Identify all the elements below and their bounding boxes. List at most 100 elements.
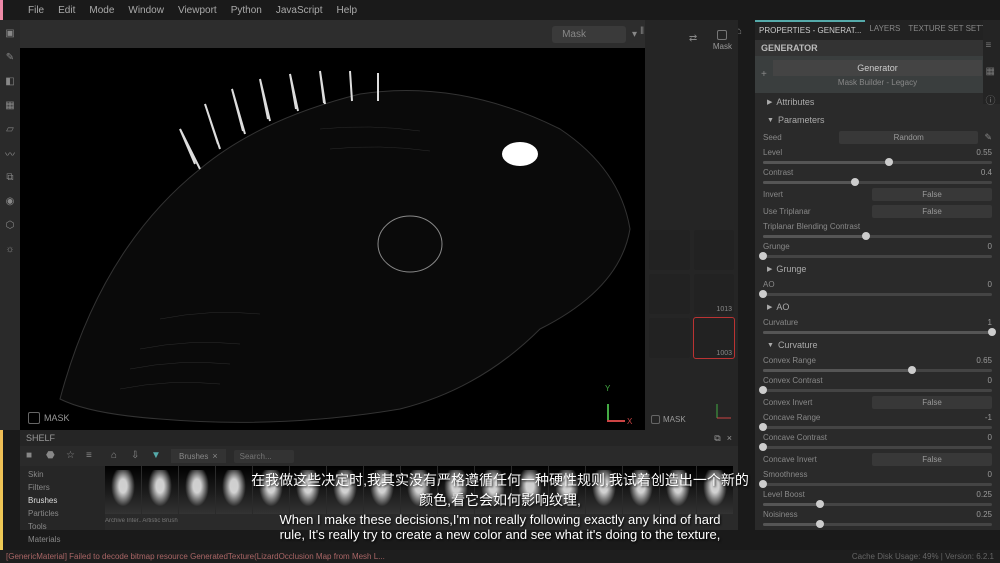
parameters-section[interactable]: ▼Parameters (755, 111, 1000, 129)
shelf-fav-icon[interactable]: ☆ (66, 450, 78, 462)
level-value[interactable]: 0.55 (964, 148, 992, 157)
brush-thumb[interactable] (327, 466, 363, 514)
histogram-icon[interactable]: ≡ (986, 40, 998, 52)
seed-edit-icon[interactable]: ✎ (984, 132, 992, 143)
texture-icon[interactable]: ▦ (986, 66, 998, 78)
brush-thumb[interactable] (623, 466, 659, 514)
level-slider[interactable] (763, 161, 992, 164)
grunge-value[interactable]: 0 (964, 242, 992, 251)
uv-tile-selected[interactable]: 1003 (694, 318, 735, 358)
ao-slider[interactable] (763, 293, 992, 296)
shelf-home-icon[interactable]: ⌂ (111, 450, 123, 462)
add-generator-icon[interactable]: + (761, 69, 767, 80)
viewport2-sync-icon[interactable]: ⇄ (689, 33, 703, 47)
brush-thumb[interactable] (364, 466, 400, 514)
brush-thumb[interactable] (290, 466, 326, 514)
shelf-active-filter[interactable]: Brushes× (171, 449, 226, 463)
menu-python[interactable]: Python (231, 5, 262, 16)
seed-random-button[interactable]: Random (839, 131, 978, 144)
convex-invert-toggle[interactable]: False (872, 396, 992, 409)
tool-material-icon[interactable]: ◉ (3, 194, 17, 208)
uv-tile[interactable] (649, 274, 690, 314)
tool-eraser-icon[interactable]: ◧ (3, 74, 17, 88)
shelf-cat-skin[interactable]: Skin (20, 468, 105, 481)
menu-viewport[interactable]: Viewport (178, 5, 217, 16)
smoothness-value[interactable]: 0 (964, 470, 992, 479)
brush-thumb[interactable] (697, 466, 733, 514)
brush-thumb[interactable] (401, 466, 437, 514)
tool-smudge-icon[interactable]: 〰 (3, 146, 17, 160)
shelf-search-input[interactable] (234, 450, 294, 463)
shelf-close-icon[interactable]: × (727, 433, 732, 444)
concave-invert-toggle[interactable]: False (872, 453, 992, 466)
gradient-section[interactable]: ▶Gradient (755, 528, 1000, 530)
shelf-filter-icon[interactable]: ▼ (151, 450, 163, 462)
generator-name[interactable]: Generator (773, 60, 982, 76)
tool-bucket-icon[interactable]: ▣ (3, 26, 17, 40)
tool-projection-icon[interactable]: ▦ (3, 98, 17, 112)
level-boost-slider[interactable] (763, 503, 992, 506)
menu-edit[interactable]: Edit (58, 5, 75, 16)
contrast-value[interactable]: 0.4 (964, 168, 992, 177)
tool-baking-icon[interactable]: ⬡ (3, 218, 17, 232)
grunge-slider[interactable] (763, 255, 992, 258)
noisiness-slider[interactable] (763, 523, 992, 526)
tab-layers[interactable]: LAYERS (865, 20, 904, 40)
brush-thumb[interactable] (586, 466, 622, 514)
brush-thumb[interactable] (438, 466, 474, 514)
tool-poly-icon[interactable]: ▱ (3, 122, 17, 136)
concave-range-value[interactable]: -1 (964, 413, 992, 422)
shelf-cat-filters[interactable]: Filters (20, 481, 105, 494)
brush-thumb[interactable] (179, 466, 215, 514)
brush-thumb[interactable]: Artistic Brush (142, 466, 178, 514)
triplanar-blend-slider[interactable] (763, 235, 992, 238)
menu-help[interactable]: Help (337, 5, 358, 16)
smoothness-slider[interactable] (763, 483, 992, 486)
tab-properties[interactable]: PROPERTIES - GENERAT... (755, 20, 865, 40)
menu-file[interactable]: File (28, 5, 44, 16)
triplanar-toggle[interactable]: False (872, 205, 992, 218)
brush-thumb[interactable]: Archive Inter... (105, 466, 141, 514)
convex-contrast-value[interactable]: 0 (964, 376, 992, 385)
shelf-import-icon[interactable]: ⇩ (131, 450, 143, 462)
shelf-cat-materials[interactable]: Materials (20, 533, 105, 546)
ao-section[interactable]: ▶AO (755, 298, 1000, 316)
tool-iray-icon[interactable]: ☼ (3, 242, 17, 256)
attributes-section[interactable]: ▶Attributes (755, 93, 1000, 111)
uv-tile[interactable]: 1013 (694, 274, 735, 314)
convex-range-slider[interactable] (763, 369, 992, 372)
shelf-sort-icon[interactable]: ≡ (86, 450, 98, 462)
brush-thumb[interactable] (253, 466, 289, 514)
viewport-dropdown-chevron-icon[interactable]: ▾ (632, 29, 637, 40)
brush-thumb[interactable] (475, 466, 511, 514)
ao-value[interactable]: 0 (964, 280, 992, 289)
viewport-canvas[interactable] (20, 48, 645, 430)
shelf-folder-icon[interactable]: ■ (26, 450, 38, 462)
shelf-undock-icon[interactable]: ⧉ (714, 433, 720, 444)
brush-thumb[interactable] (660, 466, 696, 514)
concave-contrast-value[interactable]: 0 (964, 433, 992, 442)
shelf-cat-brushes[interactable]: Brushes (20, 494, 105, 507)
menu-mode[interactable]: Mode (89, 5, 114, 16)
concave-range-slider[interactable] (763, 426, 992, 429)
uv-tile[interactable] (694, 230, 735, 270)
mask-channel-dropdown[interactable]: Mask (552, 26, 626, 43)
clear-filter-icon[interactable]: × (212, 451, 217, 461)
brush-thumb[interactable] (512, 466, 548, 514)
curvature-slider[interactable] (763, 331, 992, 334)
camera-icon[interactable]: ⌂ (736, 26, 752, 42)
invert-toggle[interactable]: False (872, 188, 992, 201)
shelf-cat-tools[interactable]: Tools (20, 520, 105, 533)
grunge-section[interactable]: ▶Grunge (755, 260, 1000, 278)
tool-clone-icon[interactable]: ⧉ (3, 170, 17, 184)
contrast-slider[interactable] (763, 181, 992, 184)
concave-contrast-slider[interactable] (763, 446, 992, 449)
uv-tile[interactable] (649, 318, 690, 358)
noisiness-value[interactable]: 0.25 (964, 510, 992, 519)
shelf-tag-icon[interactable]: ⬣ (46, 450, 58, 462)
convex-range-value[interactable]: 0.65 (964, 356, 992, 365)
brush-thumb[interactable] (549, 466, 585, 514)
shelf-cat-particles[interactable]: Particles (20, 507, 105, 520)
curvature-value[interactable]: 1 (964, 318, 992, 327)
menu-window[interactable]: Window (128, 5, 164, 16)
